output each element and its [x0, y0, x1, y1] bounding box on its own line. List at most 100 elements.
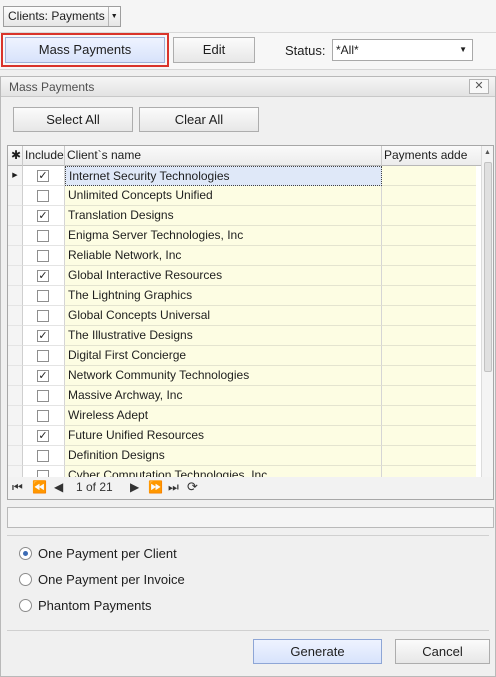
- row-selector[interactable]: [8, 266, 23, 286]
- payments-added-cell[interactable]: [382, 206, 476, 226]
- view-selector-dropdown[interactable]: Clients: Payments ▼: [3, 6, 121, 27]
- table-row[interactable]: The Lightning Graphics: [8, 286, 481, 306]
- payments-added-cell[interactable]: [382, 246, 476, 266]
- table-row[interactable]: Digital First Concierge: [8, 346, 481, 366]
- close-icon[interactable]: ✕: [469, 79, 489, 94]
- row-selector[interactable]: [8, 306, 23, 326]
- row-selector[interactable]: [8, 466, 23, 477]
- payments-added-cell[interactable]: [382, 466, 476, 477]
- include-checkbox[interactable]: [37, 310, 49, 322]
- row-selector[interactable]: [8, 406, 23, 426]
- client-name-cell[interactable]: Global Interactive Resources: [65, 266, 382, 286]
- payments-added-cell[interactable]: [382, 186, 476, 206]
- include-checkbox[interactable]: [37, 390, 49, 402]
- client-name-cell[interactable]: Wireless Adept: [65, 406, 382, 426]
- previous-page-icon[interactable]: ◀: [54, 480, 63, 494]
- client-name-cell[interactable]: Enigma Server Technologies, Inc: [65, 226, 382, 246]
- header-payments-added[interactable]: Payments adde: [382, 146, 481, 166]
- row-selector[interactable]: [8, 446, 23, 466]
- client-name-cell[interactable]: Massive Archway, Inc: [65, 386, 382, 406]
- client-name-cell[interactable]: Reliable Network, Inc: [65, 246, 382, 266]
- table-row[interactable]: ✓ Translation Designs: [8, 206, 481, 226]
- table-row[interactable]: ✓ Global Interactive Resources: [8, 266, 481, 286]
- horizontal-scrollbar[interactable]: [258, 484, 478, 492]
- payments-added-cell[interactable]: [382, 366, 476, 386]
- payments-added-cell[interactable]: [382, 346, 476, 366]
- payments-added-cell[interactable]: [382, 446, 476, 466]
- row-selector[interactable]: [8, 206, 23, 226]
- client-name-cell[interactable]: Definition Designs: [65, 446, 382, 466]
- current-row-indicator-icon[interactable]: ▶: [8, 166, 23, 186]
- payments-added-cell[interactable]: [382, 326, 476, 346]
- row-selector[interactable]: [8, 426, 23, 446]
- refresh-icon[interactable]: ⟳: [187, 479, 198, 495]
- client-name-cell[interactable]: Network Community Technologies: [65, 366, 382, 386]
- option-one-per-invoice[interactable]: One Payment per Invoice: [19, 570, 185, 588]
- row-selector[interactable]: [8, 346, 23, 366]
- client-name-cell[interactable]: Future Unified Resources: [65, 426, 382, 446]
- option-phantom-payments[interactable]: Phantom Payments: [19, 596, 151, 614]
- payments-added-cell[interactable]: [382, 406, 476, 426]
- include-checkbox[interactable]: ✓: [37, 430, 49, 442]
- table-row[interactable]: ✓ The Illustrative Designs: [8, 326, 481, 346]
- row-selector[interactable]: [8, 366, 23, 386]
- payments-added-cell[interactable]: [382, 166, 476, 186]
- row-selector[interactable]: [8, 386, 23, 406]
- include-checkbox[interactable]: ✓: [37, 210, 49, 222]
- payments-added-cell[interactable]: [382, 226, 476, 246]
- last-page-icon[interactable]: ⏭: [168, 480, 179, 495]
- client-name-cell[interactable]: Cyber Computation Technologies, Inc: [65, 466, 382, 477]
- payments-added-cell[interactable]: [382, 286, 476, 306]
- scroll-up-icon[interactable]: ▲: [484, 149, 491, 156]
- payments-added-cell[interactable]: [382, 306, 476, 326]
- include-checkbox[interactable]: [37, 350, 49, 362]
- mass-payments-button[interactable]: Mass Payments: [5, 37, 165, 63]
- table-row[interactable]: Reliable Network, Inc: [8, 246, 481, 266]
- include-checkbox[interactable]: ✓: [37, 170, 49, 182]
- client-name-cell[interactable]: Global Concepts Universal: [65, 306, 382, 326]
- client-name-cell[interactable]: The Illustrative Designs: [65, 326, 382, 346]
- next-page-group-icon[interactable]: ⏩: [148, 480, 163, 494]
- table-row[interactable]: ✓ Network Community Technologies: [8, 366, 481, 386]
- row-selector[interactable]: [8, 226, 23, 246]
- include-checkbox[interactable]: [37, 470, 49, 477]
- include-checkbox[interactable]: ✓: [37, 370, 49, 382]
- previous-page-group-icon[interactable]: ⏪: [32, 480, 47, 494]
- table-row[interactable]: Cyber Computation Technologies, Inc: [8, 466, 481, 477]
- include-checkbox[interactable]: [37, 250, 49, 262]
- table-row[interactable]: Massive Archway, Inc: [8, 386, 481, 406]
- table-row[interactable]: Enigma Server Technologies, Inc: [8, 226, 481, 246]
- radio-one-per-client[interactable]: [19, 546, 32, 560]
- payments-added-cell[interactable]: [382, 386, 476, 406]
- include-checkbox[interactable]: ✓: [37, 270, 49, 282]
- include-checkbox[interactable]: [37, 450, 49, 462]
- payments-added-cell[interactable]: [382, 266, 476, 286]
- include-checkbox[interactable]: [37, 290, 49, 302]
- status-select[interactable]: *All* ▼: [332, 39, 473, 61]
- scroll-thumb[interactable]: [484, 162, 492, 372]
- table-row[interactable]: ✓ Future Unified Resources: [8, 426, 481, 446]
- row-selector[interactable]: [8, 186, 23, 206]
- table-row[interactable]: Wireless Adept: [8, 406, 481, 426]
- include-checkbox[interactable]: [37, 190, 49, 202]
- next-page-icon[interactable]: ▶: [130, 480, 139, 494]
- vertical-scrollbar[interactable]: ▲: [481, 146, 493, 477]
- radio-phantom-payments[interactable]: [19, 598, 32, 612]
- row-selector[interactable]: [8, 246, 23, 266]
- table-row[interactable]: Definition Designs: [8, 446, 481, 466]
- cancel-button[interactable]: Cancel: [395, 639, 490, 664]
- include-checkbox[interactable]: ✓: [37, 330, 49, 342]
- row-selector[interactable]: [8, 286, 23, 306]
- header-include[interactable]: Include: [23, 146, 65, 166]
- include-checkbox[interactable]: [37, 410, 49, 422]
- row-selector[interactable]: [8, 326, 23, 346]
- header-client-name[interactable]: Client`s name: [65, 146, 382, 166]
- client-name-cell[interactable]: The Lightning Graphics: [65, 286, 382, 306]
- table-row[interactable]: ▶ ✓ Internet Security Technologies: [8, 166, 481, 186]
- option-one-per-client[interactable]: One Payment per Client: [19, 544, 177, 562]
- edit-button[interactable]: Edit: [173, 37, 255, 63]
- select-all-button[interactable]: Select All: [13, 107, 133, 132]
- clear-all-button[interactable]: Clear All: [139, 107, 259, 132]
- client-name-cell[interactable]: Unlimited Concepts Unified: [65, 186, 382, 206]
- first-page-icon[interactable]: ⏮: [12, 480, 23, 495]
